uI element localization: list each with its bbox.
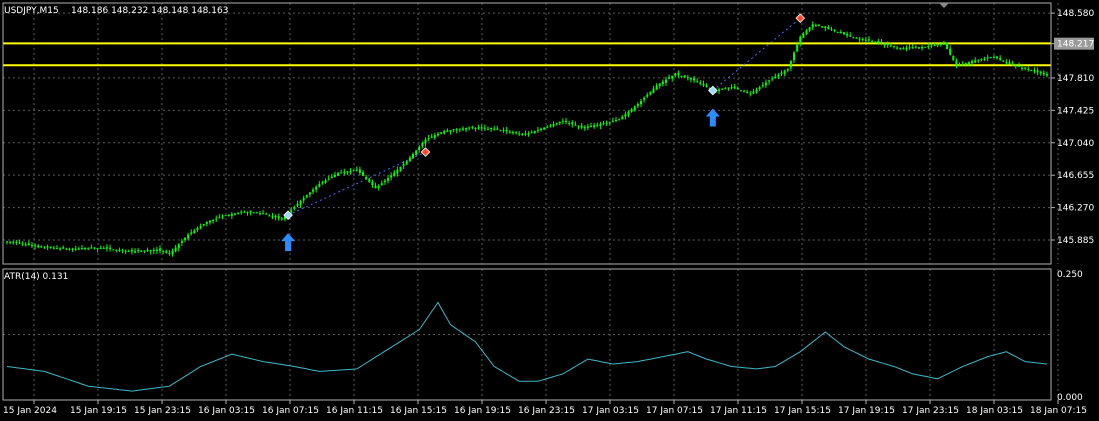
time-tick-label: 16 Jan 23:15 xyxy=(518,406,575,416)
time-tick-label: 17 Jan 07:15 xyxy=(646,406,703,416)
time-tick-label: 17 Jan 03:15 xyxy=(582,406,639,416)
time-tick-label: 17 Jan 15:15 xyxy=(774,406,831,416)
time-tick-label: 18 Jan 03:15 xyxy=(966,406,1023,416)
atr-label: ATR(14) 0.131 xyxy=(4,272,68,282)
time-tick-label: 16 Jan 07:15 xyxy=(262,406,319,416)
candle xyxy=(224,215,227,217)
time-tick-label: 17 Jan 23:15 xyxy=(902,406,959,416)
time-tick-label: 16 Jan 19:15 xyxy=(454,406,511,416)
time-tick-label: 16 Jan 11:15 xyxy=(326,406,383,416)
time-tick-label: 17 Jan 11:15 xyxy=(710,406,767,416)
candle xyxy=(952,55,955,61)
time-tick-label: 15 Jan 19:15 xyxy=(70,406,127,416)
candle xyxy=(946,42,949,50)
price-tick-label: 146.655 xyxy=(1057,171,1094,181)
candle xyxy=(415,150,418,156)
price-tick-label: 145.885 xyxy=(1057,236,1094,246)
time-tick-label: 16 Jan 15:15 xyxy=(390,406,447,416)
price-tick-label: 147.040 xyxy=(1057,139,1094,149)
trading-chart[interactable]: 148.580 148.217 147.810 147.425 147.040 146.6… xyxy=(0,0,1099,421)
candle xyxy=(836,31,839,33)
time-tick-label: 15 Jan 2024 xyxy=(3,406,57,416)
ohlc-readout: 148.186 148.232 148.148 148.163 xyxy=(71,6,228,16)
atr-tick-label: 0.250 xyxy=(1057,270,1083,280)
time-tick-label: 18 Jan 07:15 xyxy=(1030,406,1087,416)
candle xyxy=(924,46,927,48)
price-tick-label: 147.425 xyxy=(1057,106,1094,116)
price-tick-label: 148.580 xyxy=(1057,9,1094,19)
atr-tick-label: 0.000 xyxy=(1057,393,1083,403)
price-tick-label: 146.270 xyxy=(1057,204,1094,214)
time-tick-label: 17 Jan 19:15 xyxy=(838,406,895,416)
time-tick-label: 16 Jan 03:15 xyxy=(198,406,255,416)
symbol-label: USDJPY,M15 xyxy=(4,6,59,16)
price-tick-label: 147.810 xyxy=(1057,74,1094,84)
candle xyxy=(112,249,115,251)
price-tick-label: 148.217 xyxy=(1057,40,1094,50)
chart-background xyxy=(0,0,1099,421)
candle xyxy=(842,31,845,35)
time-tick-label: 15 Jan 23:15 xyxy=(134,406,191,416)
